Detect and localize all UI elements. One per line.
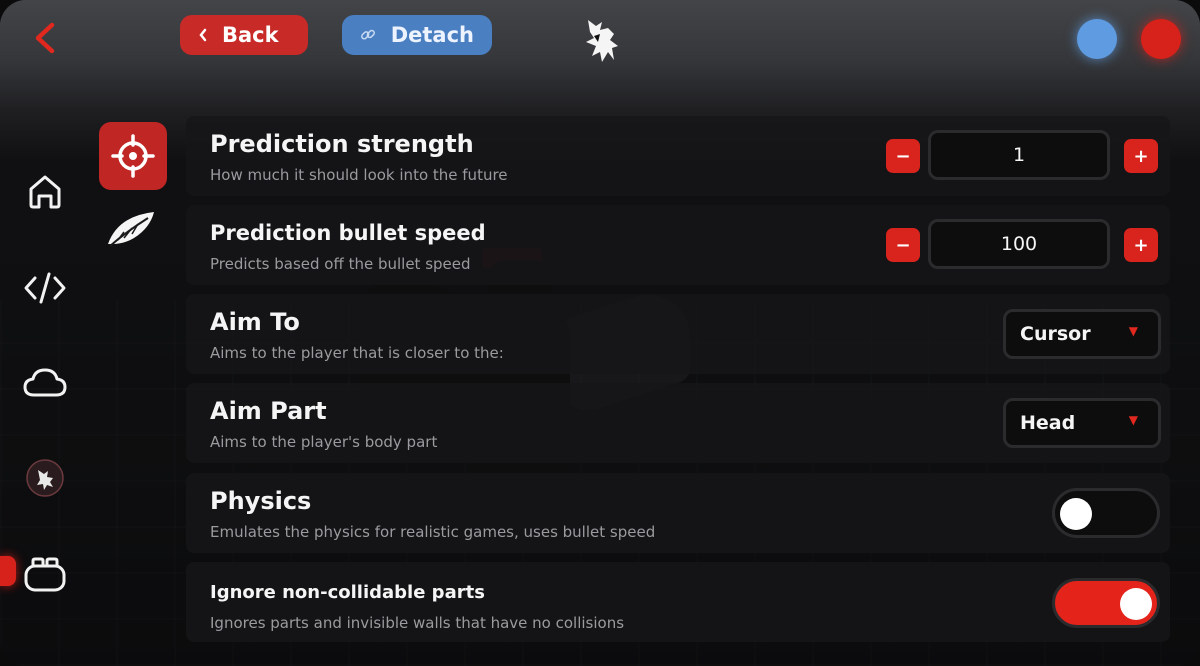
- back-button[interactable]: Back: [180, 15, 308, 55]
- code-icon[interactable]: [22, 265, 68, 311]
- increment-button[interactable]: +: [1124, 139, 1158, 173]
- increment-button[interactable]: +: [1124, 228, 1158, 262]
- dropdown-selected-value: Cursor: [1020, 323, 1091, 345]
- setting-description: How much it should look into the future: [210, 166, 508, 184]
- status-dot-blue[interactable]: [1077, 19, 1117, 59]
- gamepad-icon[interactable]: [22, 552, 68, 598]
- setting-title: Prediction bullet speed: [210, 221, 486, 245]
- prediction-strength-value[interactable]: 1: [928, 130, 1110, 180]
- setting-description: Emulates the physics for realistic games…: [210, 523, 656, 541]
- setting-description: Ignores parts and invisible walls that h…: [210, 614, 625, 632]
- feather-icon[interactable]: [104, 206, 162, 252]
- status-dot-red[interactable]: [1141, 19, 1181, 59]
- active-nav-indicator: [0, 556, 16, 586]
- dropdown-selected-value: Head: [1020, 412, 1076, 434]
- target-icon: [111, 134, 155, 178]
- chevron-down-icon: ▼: [1128, 324, 1138, 338]
- target-tab[interactable]: [99, 122, 167, 190]
- logo-icon[interactable]: [22, 455, 68, 501]
- detach-button-label: Detach: [390, 23, 474, 47]
- decrement-button[interactable]: −: [886, 139, 920, 173]
- physics-toggle[interactable]: [1052, 488, 1160, 538]
- setting-prediction-bullet-speed: Prediction bullet speed Predicts based o…: [186, 205, 1170, 285]
- back-button-label: Back: [222, 23, 279, 47]
- toggle-knob: [1060, 498, 1092, 530]
- setting-description: Aims to the player's body part: [210, 433, 438, 451]
- link-icon: [361, 29, 375, 40]
- detach-button[interactable]: Detach: [342, 15, 492, 55]
- setting-description: Predicts based off the bullet speed: [210, 255, 471, 273]
- setting-title: Physics: [210, 487, 312, 515]
- setting-aim-part: Aim Part Aims to the player's body part …: [186, 383, 1170, 463]
- back-arrow-icon[interactable]: [30, 20, 60, 56]
- decrement-button[interactable]: −: [886, 228, 920, 262]
- top-bar: Back Detach: [0, 0, 1200, 78]
- setting-title: Aim Part: [210, 397, 327, 425]
- aim-part-dropdown[interactable]: Head ▼: [1003, 398, 1161, 448]
- toggle-knob: [1120, 588, 1152, 620]
- chevron-left-icon: [199, 28, 207, 42]
- setting-title: Aim To: [210, 308, 300, 336]
- setting-ignore-noncollidable: Ignore non-collidable parts Ignores part…: [186, 562, 1170, 642]
- bullet-speed-value[interactable]: 100: [928, 219, 1110, 269]
- setting-prediction-strength: Prediction strength How much it should l…: [186, 116, 1170, 196]
- ignore-noncollidable-toggle[interactable]: [1052, 578, 1160, 628]
- setting-title: Ignore non-collidable parts: [210, 582, 485, 603]
- setting-description: Aims to the player that is closer to the…: [210, 344, 504, 362]
- aim-to-dropdown[interactable]: Cursor ▼: [1003, 309, 1161, 359]
- home-icon[interactable]: [22, 168, 68, 214]
- cloud-icon[interactable]: [22, 360, 68, 406]
- chevron-down-icon: ▼: [1128, 413, 1138, 427]
- setting-physics: Physics Emulates the physics for realist…: [186, 473, 1170, 553]
- setting-aim-to: Aim To Aims to the player that is closer…: [186, 294, 1170, 374]
- brand-logo-icon: [586, 20, 618, 62]
- setting-title: Prediction strength: [210, 130, 474, 158]
